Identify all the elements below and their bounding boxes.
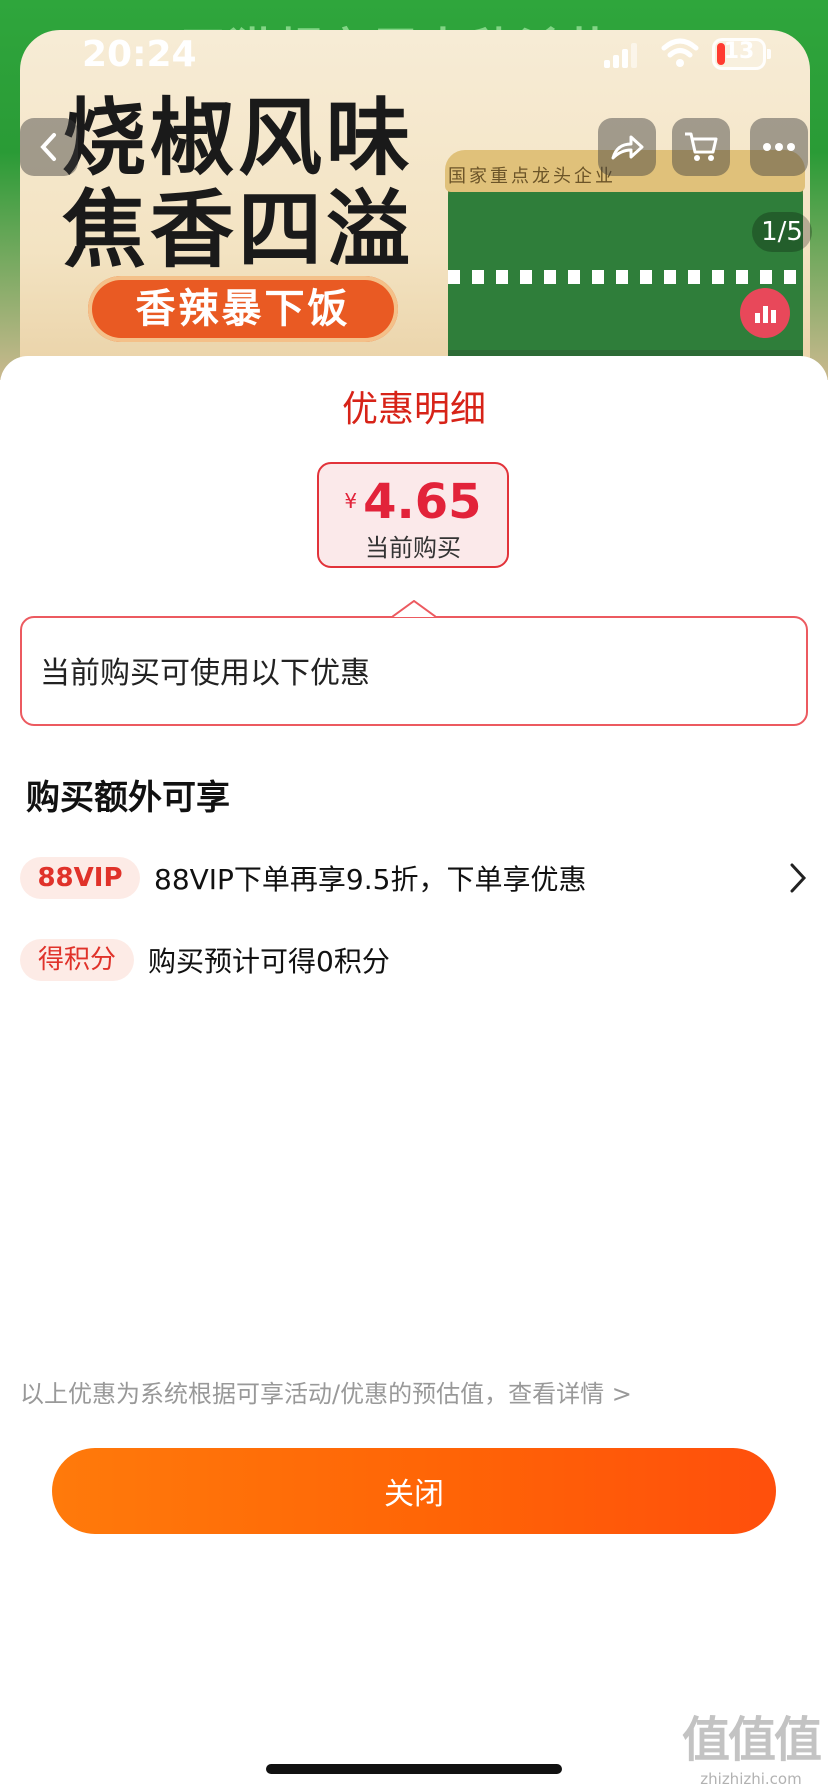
cart-icon <box>685 132 718 161</box>
currency-symbol: ¥ <box>344 489 358 513</box>
disclaimer-link[interactable]: 以上优惠为系统根据可享活动/优惠的预估值，查看详情 > <box>20 1374 632 1409</box>
product-tagline: 香辣暴下饭 <box>88 276 398 342</box>
image-counter: 1/5 <box>752 212 812 252</box>
price-caption: 当前购买 <box>365 534 461 562</box>
discount-detail-sheet: 优惠明细 ¥4.65 当前购买 当前购买可使用以下优惠 购买额外可享 88VIP… <box>0 356 828 1792</box>
battery-icon: 13 <box>712 38 771 70</box>
product-jar-pattern <box>448 270 803 284</box>
product-jar-label: 国家重点龙头企业 <box>448 166 616 187</box>
discount-tip-box: 当前购买可使用以下优惠 <box>20 616 808 726</box>
extra-benefits-title: 购买额外可享 <box>26 778 230 818</box>
more-dots-icon <box>763 143 795 151</box>
cart-button[interactable] <box>672 118 730 176</box>
perk-text: 88VIP下单再享9.5折，下单享优惠 <box>154 863 587 896</box>
price-amount: 4.65 <box>363 474 482 530</box>
chevron-right-icon <box>790 863 807 893</box>
back-button[interactable] <box>20 118 78 176</box>
discount-tip-text: 当前购买可使用以下优惠 <box>40 656 370 691</box>
cellular-signal-icon <box>604 40 638 68</box>
share-button[interactable] <box>598 118 656 176</box>
chevron-left-icon <box>40 133 56 161</box>
share-icon <box>611 135 644 160</box>
home-indicator[interactable] <box>266 1764 562 1774</box>
status-time: 20:24 <box>82 34 197 75</box>
bar-chart-icon <box>755 306 776 323</box>
product-headline-line1: 烧椒风味 <box>62 89 415 187</box>
perk-tag: 88VIP <box>20 857 140 899</box>
perk-text: 购买预计可得0积分 <box>148 945 390 978</box>
chart-badge-button[interactable] <box>740 288 790 338</box>
tip-pointer-arrow <box>392 600 436 618</box>
current-price-box: ¥4.65 当前购买 <box>317 462 509 568</box>
watermark-mark: 值值值 <box>681 1712 822 1768</box>
product-headline-line2: 焦香四溢 <box>62 181 415 279</box>
watermark-url: zhizhizhi.com <box>700 1770 802 1788</box>
more-button[interactable] <box>750 118 808 176</box>
perk-tag: 得积分 <box>20 939 134 981</box>
price-row: ¥4.65 <box>319 474 507 530</box>
perk-row-points: 得积分 购买预计可得0积分 <box>20 938 390 982</box>
status-bar: 20:24 13 <box>0 0 828 100</box>
wifi-icon <box>660 38 700 68</box>
perk-row-88vip[interactable]: 88VIP 88VIP下单再享9.5折，下单享优惠 <box>20 856 820 900</box>
sheet-title: 优惠明细 <box>341 389 486 430</box>
close-button[interactable]: 关闭 <box>52 1448 776 1534</box>
battery-level: 13 <box>723 39 755 64</box>
watermark-logo: 值值值 zhizhizhi.com <box>676 1700 826 1788</box>
